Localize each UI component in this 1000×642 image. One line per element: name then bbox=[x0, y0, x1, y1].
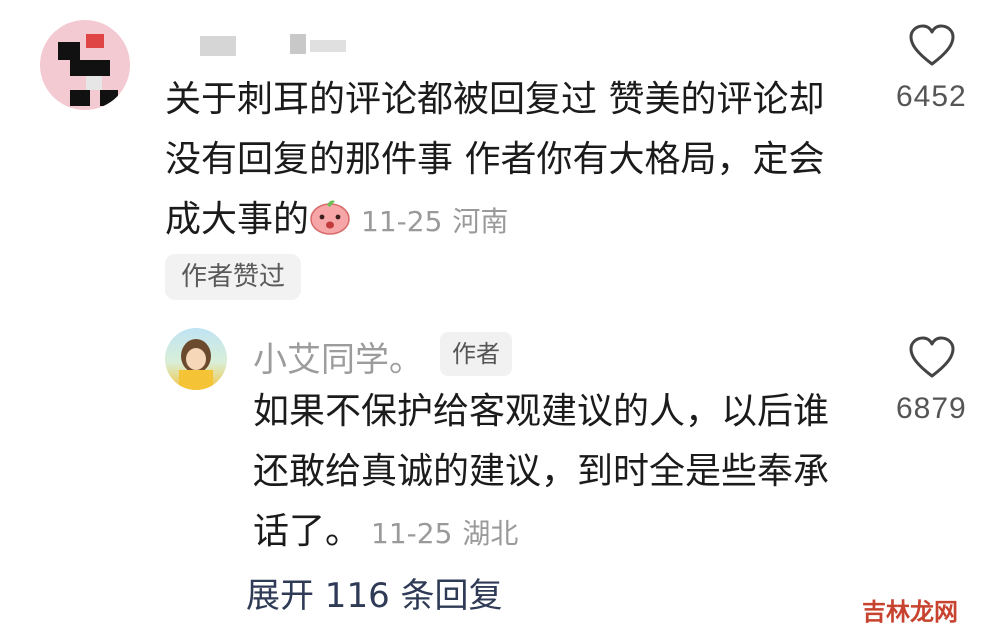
comment-like-count: 6452 bbox=[896, 80, 967, 113]
anime-girl-avatar-icon bbox=[179, 339, 213, 390]
angry-peach-emoji-icon bbox=[310, 200, 350, 235]
reply-text: 如果不保护给客观建议的人，以后谁 还敢给真诚的建议，到时全是些奉承 话了。 11-… bbox=[253, 382, 829, 564]
comment-location: 河南 bbox=[452, 205, 509, 238]
author-liked-badge: 作者赞过 bbox=[165, 254, 302, 300]
commenter-name-pixelated[interactable] bbox=[200, 32, 350, 56]
author-tag-badge: 作者 bbox=[440, 332, 512, 376]
heart-outline-icon[interactable] bbox=[908, 336, 956, 380]
reply-line: 话了。 bbox=[253, 511, 362, 552]
heart-outline-icon[interactable] bbox=[908, 24, 956, 68]
comment-time: 11-25 bbox=[361, 205, 443, 238]
site-watermark: 吉林龙网 bbox=[862, 598, 958, 626]
reply-location: 湖北 bbox=[462, 517, 519, 550]
expand-replies-button[interactable]: 展开 116 条回复 bbox=[246, 568, 503, 617]
reply-line: 如果不保护给客观建议的人，以后谁 bbox=[253, 391, 830, 432]
reply-line: 还敢给真诚的建议，到时全是些奉承 bbox=[253, 451, 830, 492]
comment-text: 关于刺耳的评论都被回复过 赞美的评论却 没有回复的那件事 作者你有大格局，定会 … bbox=[165, 70, 824, 252]
comment-line: 关于刺耳的评论都被回复过 赞美的评论却 bbox=[165, 79, 825, 120]
reply-time: 11-25 bbox=[371, 517, 453, 550]
comment-line: 没有回复的那件事 作者你有大格局，定会 bbox=[165, 139, 825, 180]
author-avatar[interactable] bbox=[165, 328, 227, 390]
author-username[interactable]: 小艾同学。 bbox=[253, 332, 423, 381]
reply-like-count: 6879 bbox=[896, 392, 967, 425]
commenter-avatar[interactable] bbox=[40, 20, 130, 110]
comment-line: 成大事的 bbox=[165, 199, 310, 240]
